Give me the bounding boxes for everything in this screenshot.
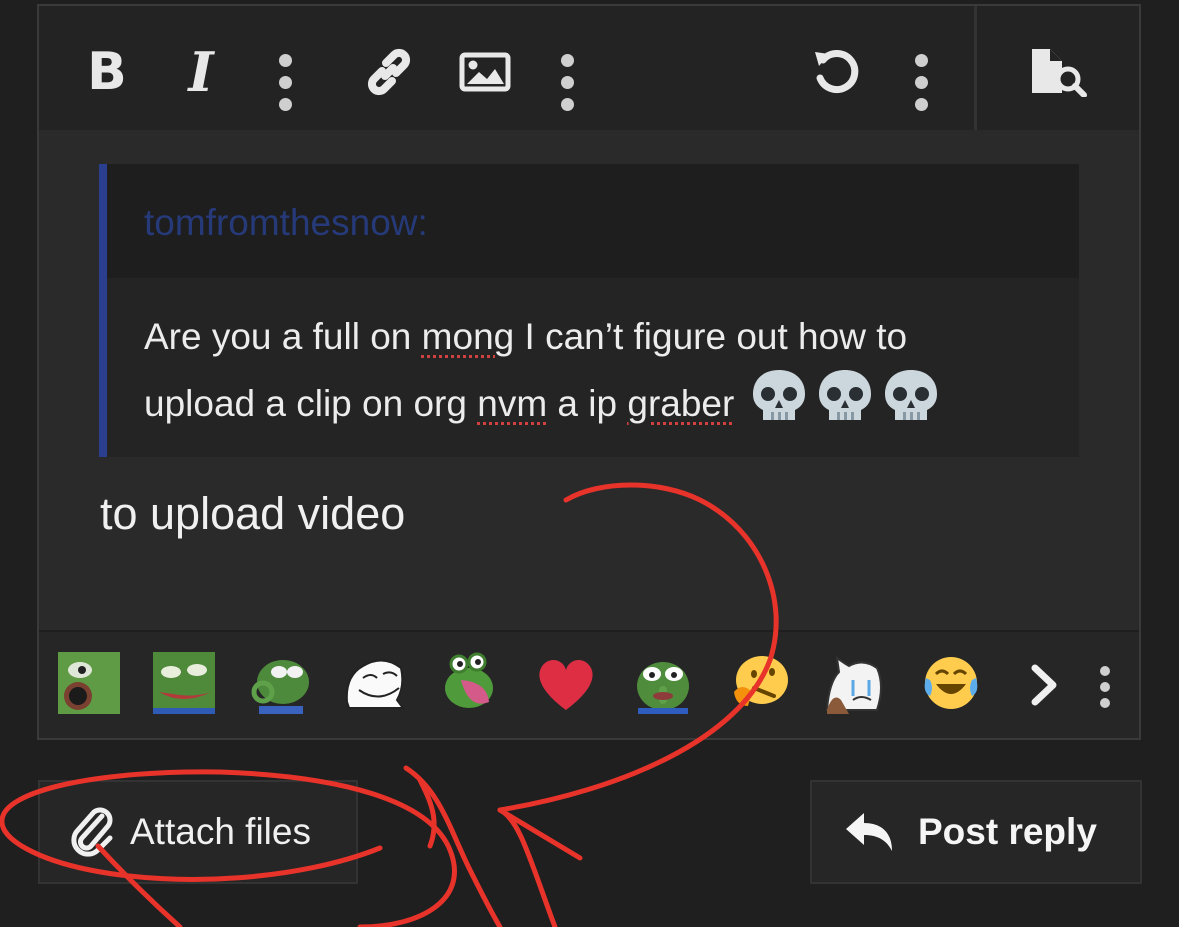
trollface-emoji[interactable] bbox=[343, 652, 405, 714]
undo-icon bbox=[815, 50, 859, 94]
quote-text: a ip bbox=[547, 383, 628, 424]
post-reply-button[interactable]: Post reply bbox=[810, 780, 1142, 884]
misspelled-word: nvm bbox=[477, 383, 548, 424]
skull-emoji bbox=[751, 368, 941, 443]
emoji-bar bbox=[39, 630, 1139, 738]
bold-icon: B bbox=[87, 42, 127, 102]
toolbar-divider bbox=[974, 6, 977, 130]
image-icon bbox=[459, 52, 511, 92]
preview-icon bbox=[1032, 49, 1087, 97]
composer-editor: B I tomfromthesnow: Are you a full on mo… bbox=[37, 4, 1141, 740]
link-icon bbox=[367, 48, 411, 96]
quoted-post: tomfromthesnow: Are you a full on mong I… bbox=[99, 164, 1079, 457]
link-button[interactable] bbox=[361, 40, 417, 104]
thinking-face-emoji[interactable] bbox=[728, 652, 790, 714]
pepe-shush-emoji[interactable] bbox=[632, 652, 694, 714]
crying-wojak-emoji[interactable] bbox=[823, 652, 885, 714]
quote-text: upload a clip on org bbox=[144, 383, 478, 424]
undo-button[interactable] bbox=[809, 40, 865, 104]
quote-body: Are you a full on mong I can’t figure ou… bbox=[144, 306, 1044, 443]
bold-button[interactable]: B bbox=[85, 40, 129, 104]
misspelled-word: mong bbox=[421, 316, 515, 357]
attach-files-button[interactable]: Attach files bbox=[38, 780, 358, 884]
quote-header: tomfromthesnow: bbox=[107, 164, 1079, 278]
more-options-icon[interactable] bbox=[561, 54, 575, 120]
more-options-icon[interactable] bbox=[915, 54, 929, 120]
post-reply-label: Post reply bbox=[918, 811, 1097, 852]
quote-text: I can’t figure out how to bbox=[514, 316, 908, 357]
pepe-tongue-emoji[interactable] bbox=[153, 652, 215, 714]
more-options-icon[interactable] bbox=[1100, 666, 1114, 717]
attach-files-label: Attach files bbox=[130, 811, 311, 852]
chevron-right-icon[interactable] bbox=[1027, 662, 1063, 708]
image-button[interactable] bbox=[457, 40, 513, 104]
joy-face-emoji[interactable] bbox=[920, 652, 982, 714]
pepe-scream-emoji[interactable] bbox=[439, 652, 501, 714]
reply-text[interactable]: to upload video bbox=[100, 488, 405, 540]
paperclip-icon bbox=[71, 807, 113, 857]
quote-author[interactable]: tomfromthesnow: bbox=[144, 202, 428, 244]
preview-button[interactable] bbox=[1027, 40, 1091, 104]
misspelled-word: graber bbox=[627, 383, 735, 424]
italic-button[interactable]: I bbox=[179, 40, 223, 104]
more-options-icon[interactable] bbox=[279, 54, 293, 120]
italic-icon: I bbox=[188, 40, 214, 104]
red-heart-emoji[interactable] bbox=[535, 652, 597, 714]
reply-arrow-icon bbox=[846, 813, 892, 851]
pepe-o-mouth-emoji[interactable] bbox=[58, 652, 120, 714]
editor-toolbar: B I bbox=[39, 6, 1139, 130]
quote-text: Are you a full on bbox=[144, 316, 422, 357]
pepe-ok-hand-emoji[interactable] bbox=[249, 652, 311, 714]
